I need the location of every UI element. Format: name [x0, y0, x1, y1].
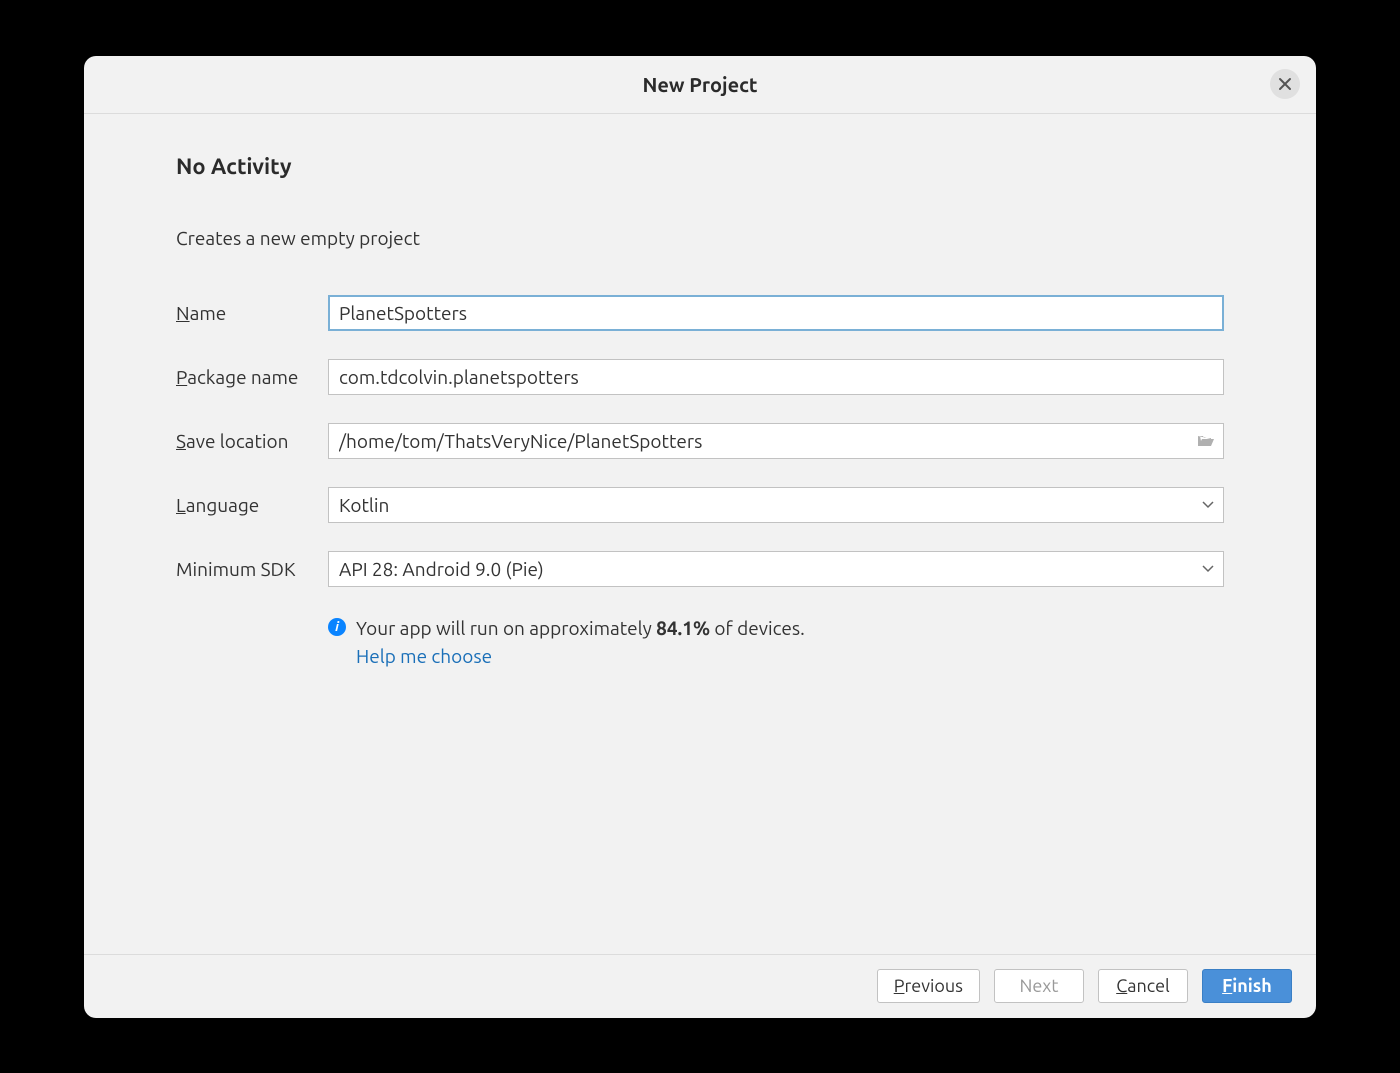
save-location-input[interactable] [328, 423, 1224, 459]
new-project-dialog: New Project No Activity Creates a new em… [84, 56, 1316, 1018]
close-button[interactable] [1270, 69, 1300, 99]
finish-button[interactable]: Finish [1202, 969, 1292, 1003]
dialog-footer: Previous Next Cancel Finish [84, 954, 1316, 1018]
language-row: Language Kotlin [176, 487, 1224, 523]
titlebar: New Project [84, 56, 1316, 114]
package-name-label: Package name [176, 366, 328, 388]
save-location-row: Save location [176, 423, 1224, 459]
previous-button[interactable]: Previous [877, 969, 980, 1003]
section-description: Creates a new empty project [176, 227, 1224, 249]
min-sdk-row: Minimum SDK API 28: Android 9.0 (Pie) [176, 551, 1224, 587]
name-row: Name [176, 295, 1224, 331]
language-label: Language [176, 494, 328, 516]
info-icon: i [328, 618, 346, 636]
next-button: Next [994, 969, 1084, 1003]
sdk-info-block: i Your app will run on approximately 84.… [328, 615, 1224, 668]
browse-folder-button[interactable] [1196, 431, 1216, 451]
name-input[interactable] [328, 295, 1224, 331]
package-name-input[interactable] [328, 359, 1224, 395]
cancel-button[interactable]: Cancel [1098, 969, 1188, 1003]
language-select[interactable]: Kotlin [328, 487, 1224, 523]
min-sdk-select[interactable]: API 28: Android 9.0 (Pie) [328, 551, 1224, 587]
save-location-label: Save location [176, 430, 328, 452]
name-label: Name [176, 302, 328, 324]
section-heading: No Activity [176, 154, 1224, 179]
package-name-row: Package name [176, 359, 1224, 395]
dialog-content: No Activity Creates a new empty project … [84, 114, 1316, 954]
sdk-info-text: Your app will run on approximately 84.1%… [356, 615, 805, 642]
help-me-choose-link[interactable]: Help me choose [356, 645, 805, 667]
dialog-title: New Project [642, 73, 757, 96]
min-sdk-label: Minimum SDK [176, 558, 328, 580]
close-icon [1278, 77, 1292, 91]
folder-open-icon [1196, 431, 1216, 451]
